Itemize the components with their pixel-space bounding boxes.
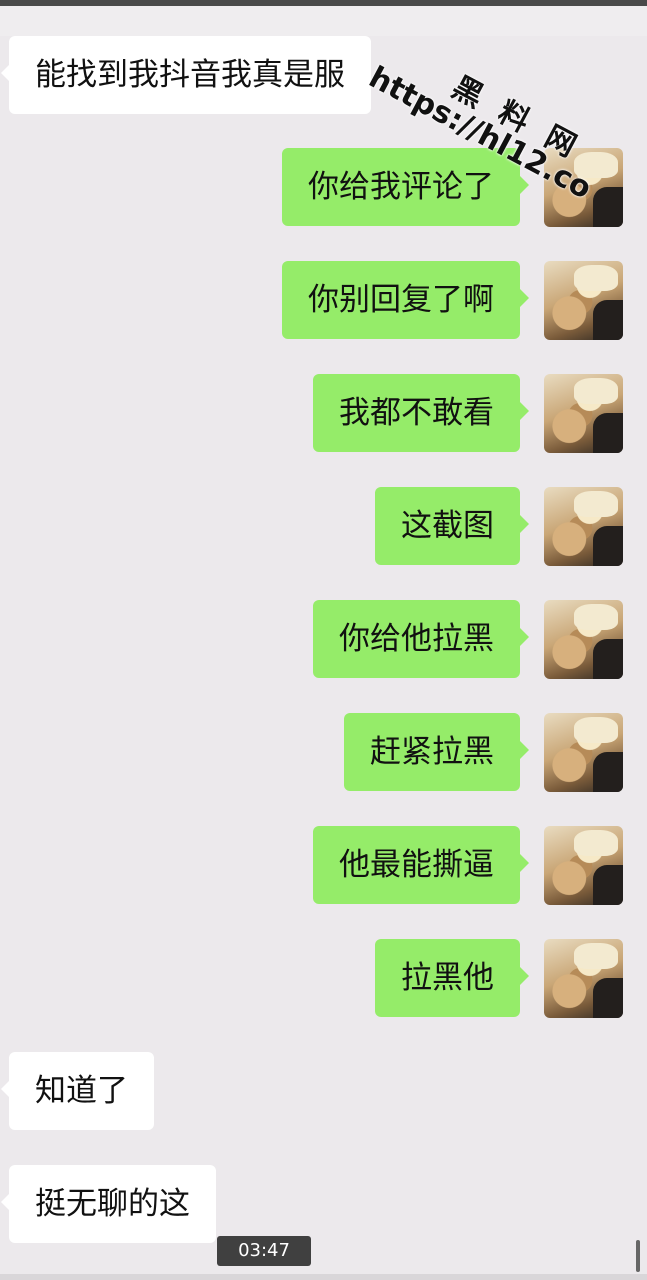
- incoming-message-bubble[interactable]: 能找到我抖音我真是服: [1, 36, 371, 114]
- user-avatar[interactable]: [544, 826, 623, 905]
- user-avatar[interactable]: [544, 261, 623, 340]
- avatar-shadow: [593, 187, 623, 227]
- user-avatar[interactable]: [544, 939, 623, 1018]
- avatar-hair: [574, 830, 618, 856]
- outgoing-message-bubble[interactable]: 拉黑他: [375, 939, 529, 1017]
- outgoing-message-bubble[interactable]: 他最能撕逼: [313, 826, 529, 904]
- message-row: 赶紧拉黑: [0, 713, 647, 793]
- message-row: 我都不敢看: [0, 374, 647, 454]
- message-row: 拉黑他: [0, 939, 647, 1019]
- avatar-shadow: [593, 639, 623, 679]
- message-row: 你别回复了啊: [0, 261, 647, 341]
- message-row: 知道了: [0, 1052, 647, 1132]
- incoming-message-bubble[interactable]: 知道了: [1, 1052, 154, 1130]
- outgoing-message-bubble[interactable]: 赶紧拉黑: [344, 713, 529, 791]
- avatar-shadow: [593, 978, 623, 1018]
- message-row: 你给他拉黑: [0, 600, 647, 680]
- avatar-hair: [574, 491, 618, 517]
- incoming-message-bubble[interactable]: 挺无聊的这: [1, 1165, 216, 1243]
- avatar-shadow: [593, 413, 623, 453]
- avatar-shadow: [593, 865, 623, 905]
- outgoing-message-bubble[interactable]: 我都不敢看: [313, 374, 529, 452]
- video-timestamp: 03:47: [217, 1236, 311, 1266]
- avatar-shadow: [593, 300, 623, 340]
- bottom-strip: [0, 1274, 647, 1280]
- avatar-shadow: [593, 752, 623, 792]
- avatar-hair: [574, 265, 618, 291]
- message-row: 能找到我抖音我真是服: [0, 36, 647, 116]
- message-row: 挺无聊的这: [0, 1165, 647, 1245]
- user-avatar[interactable]: [544, 600, 623, 679]
- outgoing-message-bubble[interactable]: 这截图: [375, 487, 529, 565]
- top-strip: [0, 6, 647, 36]
- avatar-hair: [574, 943, 618, 969]
- message-row: 他最能撕逼: [0, 826, 647, 906]
- outgoing-message-bubble[interactable]: 你给他拉黑: [313, 600, 529, 678]
- scrollbar[interactable]: [636, 1240, 640, 1272]
- user-avatar[interactable]: [544, 374, 623, 453]
- avatar-hair: [574, 378, 618, 404]
- avatar-hair: [574, 717, 618, 743]
- message-row: 这截图: [0, 487, 647, 567]
- user-avatar[interactable]: [544, 713, 623, 792]
- user-avatar[interactable]: [544, 487, 623, 566]
- avatar-hair: [574, 604, 618, 630]
- avatar-shadow: [593, 526, 623, 566]
- outgoing-message-bubble[interactable]: 你别回复了啊: [282, 261, 529, 339]
